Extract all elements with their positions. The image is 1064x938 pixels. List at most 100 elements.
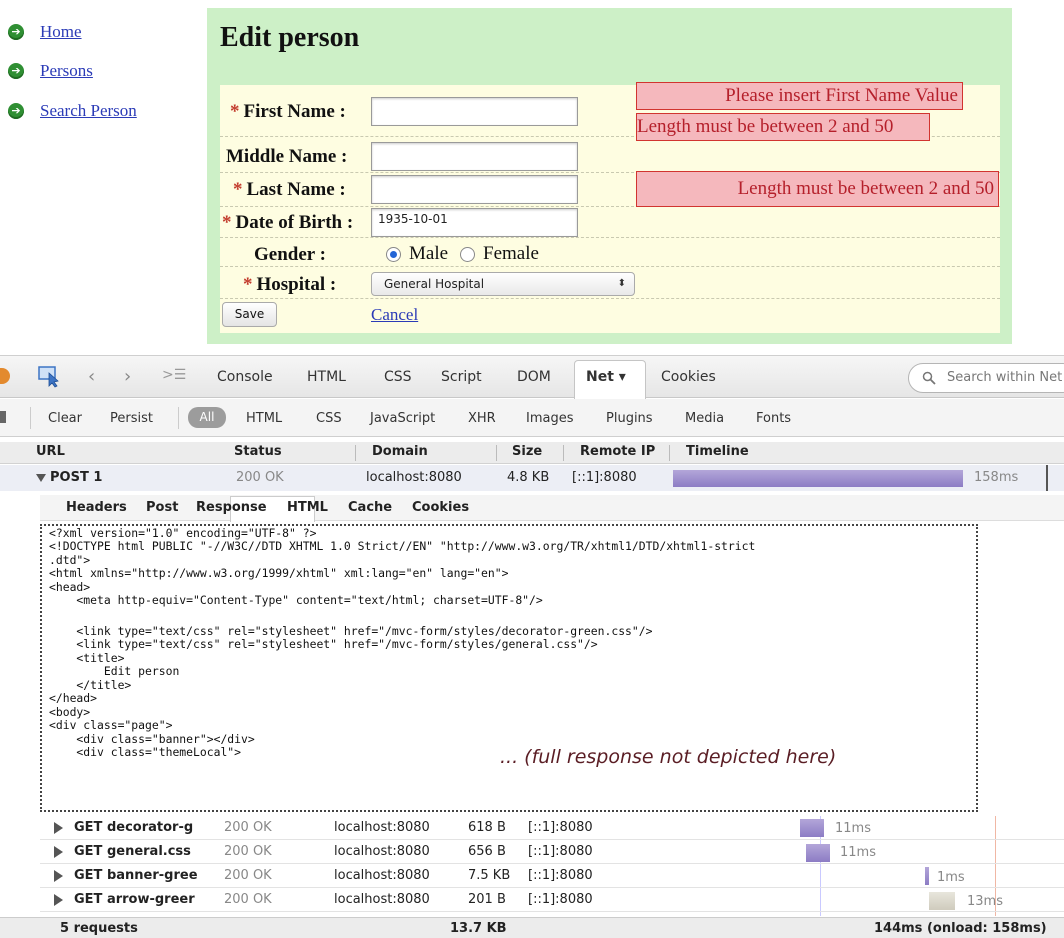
nav-link-persons[interactable]: Persons	[40, 61, 93, 81]
timeline-bar	[673, 470, 963, 487]
nav-link-search-person[interactable]: Search Person	[40, 101, 137, 121]
response-line: Edit person	[49, 664, 180, 678]
collapsed-triangle-icon[interactable]	[54, 894, 63, 906]
collapsed-triangle-icon[interactable]	[54, 846, 63, 858]
last-name-label-text: Last Name :	[246, 179, 346, 200]
hospital-label: * Hospital :	[243, 274, 336, 296]
request-url: GET banner-gree	[74, 868, 198, 883]
filter-images[interactable]: Images	[526, 411, 574, 426]
dob-label: * Date of Birth :	[222, 212, 353, 234]
request-row-get[interactable]: GET arrow-greer 200 OK localhost:8080 20…	[40, 888, 1064, 912]
column-status[interactable]: Status	[234, 444, 282, 459]
request-status: 200 OK	[224, 868, 272, 883]
tab-cookies[interactable]: Cookies	[661, 369, 716, 385]
gender-female-label: Female	[483, 243, 539, 264]
request-time: 158ms	[974, 470, 1019, 485]
column-size[interactable]: Size	[512, 444, 542, 459]
tab-css[interactable]: CSS	[384, 369, 412, 385]
nav-item-search-person[interactable]: ➔ Search Person	[8, 101, 137, 121]
search-icon	[922, 371, 936, 385]
request-remote-ip: [::1]:8080	[528, 892, 593, 907]
nav-link-home[interactable]: Home	[40, 22, 82, 42]
radio-unselected-icon	[460, 246, 475, 262]
gender-male-radio[interactable]: Male	[386, 243, 448, 265]
filter-media[interactable]: Media	[685, 411, 724, 426]
expanded-triangle-icon[interactable]	[36, 474, 46, 482]
column-divider	[669, 445, 670, 461]
first-name-input[interactable]	[371, 97, 578, 126]
sub-tab-cache[interactable]: Cache	[348, 500, 392, 515]
tab-dom[interactable]: DOM	[517, 369, 551, 385]
filter-plugins[interactable]: Plugins	[606, 411, 653, 426]
middle-name-input[interactable]	[371, 142, 578, 171]
total-time: 144ms (onload: 158ms)	[874, 921, 1047, 936]
command-line-icon[interactable]: >☰	[162, 367, 186, 383]
sub-tab-cookies[interactable]: Cookies	[412, 500, 469, 515]
sub-tab-response[interactable]: Response	[196, 500, 267, 515]
gender-label: Gender :	[254, 244, 326, 265]
column-remote-ip[interactable]: Remote IP	[580, 444, 655, 459]
tab-script[interactable]: Script	[441, 369, 482, 385]
filter-css[interactable]: CSS	[316, 411, 342, 426]
filter-html[interactable]: HTML	[246, 411, 282, 426]
dob-label-text: Date of Birth :	[235, 212, 354, 233]
clear-button[interactable]: Clear	[48, 411, 82, 426]
tab-console[interactable]: Console	[217, 369, 273, 385]
request-count: 5 requests	[60, 921, 138, 936]
hospital-select[interactable]: General Hospital ⬍	[371, 272, 635, 296]
tab-html[interactable]: HTML	[307, 369, 346, 385]
gender-male-label: Male	[409, 243, 449, 264]
sub-tab-post[interactable]: Post	[146, 500, 178, 515]
arrow-right-icon: ➔	[8, 24, 24, 40]
request-status: 200 OK	[236, 470, 284, 485]
request-domain: localhost:8080	[366, 470, 462, 485]
filter-xhr[interactable]: XHR	[468, 411, 496, 426]
first-name-required-error: Please insert First Name Value	[636, 82, 963, 110]
nav-item-persons[interactable]: ➔ Persons	[8, 61, 93, 81]
sub-tab-headers[interactable]: Headers	[66, 500, 127, 515]
cancel-link[interactable]: Cancel	[371, 305, 418, 325]
request-row-post[interactable]: POST 1 200 OK localhost:8080 4.8 KB [::1…	[0, 465, 1064, 491]
last-name-label: * Last Name :	[233, 179, 346, 201]
collapsed-triangle-icon[interactable]	[54, 822, 63, 834]
row-divider	[220, 298, 1000, 299]
request-remote-ip: [::1]:8080	[572, 470, 637, 485]
last-name-length-error: Length must be between 2 and 50	[636, 171, 999, 207]
middle-name-label: Middle Name :	[226, 146, 348, 167]
back-arrow-icon[interactable]: ‹	[88, 366, 95, 387]
column-timeline[interactable]: Timeline	[686, 444, 749, 459]
filter-all[interactable]: All	[188, 407, 226, 428]
save-button[interactable]: Save	[222, 302, 277, 327]
column-divider	[355, 445, 356, 461]
inspect-element-icon[interactable]	[38, 366, 64, 388]
last-name-input[interactable]	[371, 175, 578, 204]
arrow-right-icon: ➔	[8, 63, 24, 79]
request-row-get[interactable]: GET banner-gree 200 OK localhost:8080 7.…	[40, 864, 1064, 888]
request-time: 11ms	[840, 845, 876, 860]
filter-fonts[interactable]: Fonts	[756, 411, 791, 426]
request-time: 1ms	[937, 870, 965, 885]
forward-arrow-icon[interactable]: ›	[124, 366, 131, 387]
request-url: GET decorator-g	[74, 820, 194, 835]
firebug-icon[interactable]	[0, 368, 10, 384]
column-url[interactable]: URL	[36, 444, 65, 459]
dob-input[interactable]: 1935-10-01	[371, 208, 578, 237]
collapsed-triangle-icon[interactable]	[54, 870, 63, 882]
nav-item-home[interactable]: ➔ Home	[8, 22, 82, 42]
request-row-get[interactable]: GET decorator-g 200 OK localhost:8080 61…	[40, 816, 1064, 840]
filter-javascript[interactable]: JavaScript	[370, 411, 435, 426]
response-line: </head>	[49, 691, 98, 705]
tab-net[interactable]: Net ▾	[586, 369, 626, 385]
gender-female-radio[interactable]: Female	[460, 243, 539, 265]
request-domain: localhost:8080	[334, 820, 430, 835]
timeline-bar	[800, 819, 824, 837]
request-domain: localhost:8080	[334, 868, 430, 883]
request-domain: localhost:8080	[334, 844, 430, 859]
request-status: 200 OK	[224, 892, 272, 907]
response-body: <?xml version="1.0" encoding="UTF-8" ?> …	[40, 524, 978, 812]
request-size: 201 B	[468, 892, 506, 907]
sub-tab-html[interactable]: HTML	[287, 500, 328, 515]
request-row-get[interactable]: GET general.css 200 OK localhost:8080 65…	[40, 840, 1064, 864]
column-domain[interactable]: Domain	[372, 444, 428, 459]
persist-button[interactable]: Persist	[110, 411, 153, 426]
